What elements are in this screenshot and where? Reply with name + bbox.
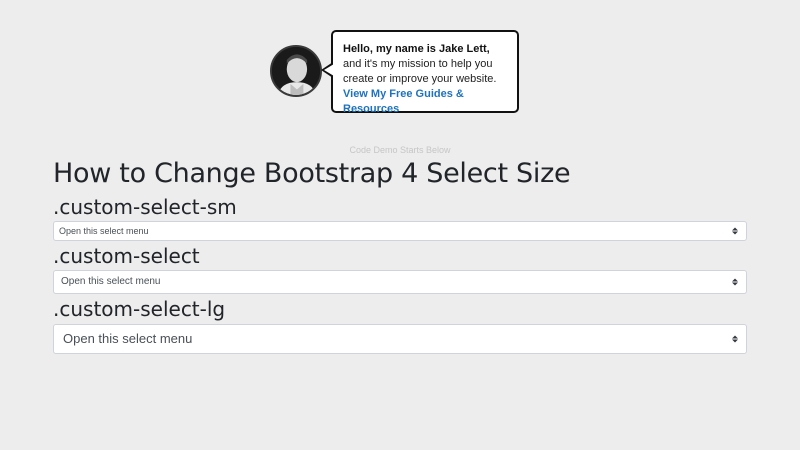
select-small[interactable]: Open this select menu xyxy=(53,221,747,241)
select-arrows-icon xyxy=(732,227,738,235)
demo-content: How to Change Bootstrap 4 Select Size .c… xyxy=(53,158,747,354)
author-avatar xyxy=(270,45,322,97)
author-promo: Hello, my name is Jake Lett, and it's my… xyxy=(270,30,520,115)
page-title: How to Change Bootstrap 4 Select Size xyxy=(53,158,571,189)
promo-text: and it's my mission to help you create o… xyxy=(343,58,497,85)
select-large[interactable]: Open this select menu xyxy=(53,324,747,354)
demo-note: Code Demo Starts Below xyxy=(349,145,451,155)
promo-greeting: Hello, my name is Jake Lett, xyxy=(343,43,490,55)
select-small-value: Open this select menu xyxy=(59,226,149,236)
section-heading-sm: .custom-select-sm xyxy=(53,195,237,219)
guides-resources-link[interactable]: View My Free Guides & Resources xyxy=(343,88,464,115)
section-heading-default: .custom-select xyxy=(53,244,200,268)
section-heading-lg: .custom-select-lg xyxy=(53,297,226,321)
select-arrows-icon xyxy=(732,278,738,286)
select-large-value: Open this select menu xyxy=(63,331,193,346)
select-default[interactable]: Open this select menu xyxy=(53,270,747,294)
author-photo-icon xyxy=(272,47,320,95)
select-default-value: Open this select menu xyxy=(61,276,161,287)
speech-bubble: Hello, my name is Jake Lett, and it's my… xyxy=(321,30,519,115)
select-arrows-icon xyxy=(732,335,738,343)
